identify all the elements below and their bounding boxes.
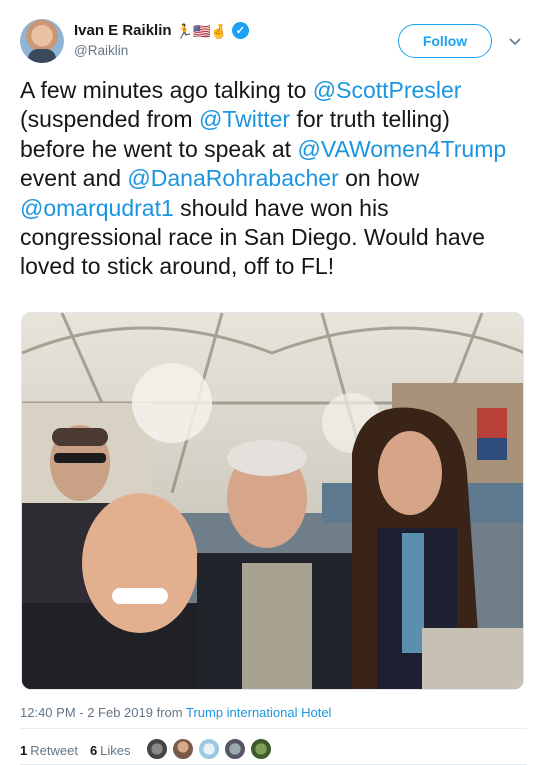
liker-avatars (146, 738, 272, 760)
mention-vawomen4trump[interactable]: @VAWomen4Trump (297, 136, 506, 162)
divider (20, 728, 527, 729)
follow-button[interactable]: Follow (398, 24, 492, 58)
tweet-stats: 1 Retweet 6 Likes (20, 743, 143, 758)
mention-scottpresler[interactable]: @ScottPresler (313, 77, 462, 103)
tweet-timestamp: 12:40 PM - 2 Feb 2019 from Trump interna… (20, 705, 331, 720)
tweet-text-segment: A few minutes ago talking to (20, 77, 313, 103)
location-link[interactable]: Trump international Hotel (186, 705, 331, 720)
retweet-count: 1 (20, 743, 28, 758)
retweet-stat[interactable]: 1 Retweet (20, 743, 78, 758)
tweet-text-segment: event and (20, 165, 128, 192)
likes-label: Likes (100, 743, 131, 758)
mention-danarohrabacher[interactable]: @DanaRohrabacher (127, 165, 338, 191)
tweet-header: Ivan E Raiklin 🏃🇺🇸🤞 ✓ @Raiklin Follow (20, 18, 527, 64)
author-name[interactable]: Ivan E Raiklin (74, 22, 172, 39)
photo-illustration (22, 313, 523, 689)
author-avatar[interactable] (20, 19, 64, 63)
liker-avatar[interactable] (146, 738, 168, 760)
chevron-down-icon[interactable] (506, 32, 524, 50)
author-handle[interactable]: @Raiklin (74, 43, 128, 58)
timestamp-time[interactable]: 12:40 PM - 2 Feb 2019 from (20, 705, 186, 720)
author-name-row: Ivan E Raiklin 🏃🇺🇸🤞 ✓ (74, 22, 249, 39)
mention-omarqudrat1[interactable]: @omarqudrat1 (20, 195, 174, 221)
retweet-label: Retweet (30, 743, 78, 758)
tweet-photo[interactable] (21, 312, 524, 690)
liker-avatar[interactable] (172, 738, 194, 760)
likes-stat[interactable]: 6 Likes (90, 743, 131, 758)
tweet-text-segment: (suspended from (20, 106, 199, 133)
name-emojis: 🏃🇺🇸🤞 (175, 22, 228, 39)
tweet-text: A few minutes ago talking to @ScottPresl… (20, 76, 520, 282)
liker-avatar[interactable] (224, 738, 246, 760)
avatar-shirt (28, 49, 56, 63)
liker-avatar[interactable] (198, 738, 220, 760)
mention-twitter[interactable]: @Twitter (199, 106, 290, 132)
liker-avatar[interactable] (250, 738, 272, 760)
likes-count: 6 (89, 743, 98, 758)
tweet-text-segment: on how (338, 165, 420, 192)
verified-badge-icon: ✓ (231, 22, 249, 39)
